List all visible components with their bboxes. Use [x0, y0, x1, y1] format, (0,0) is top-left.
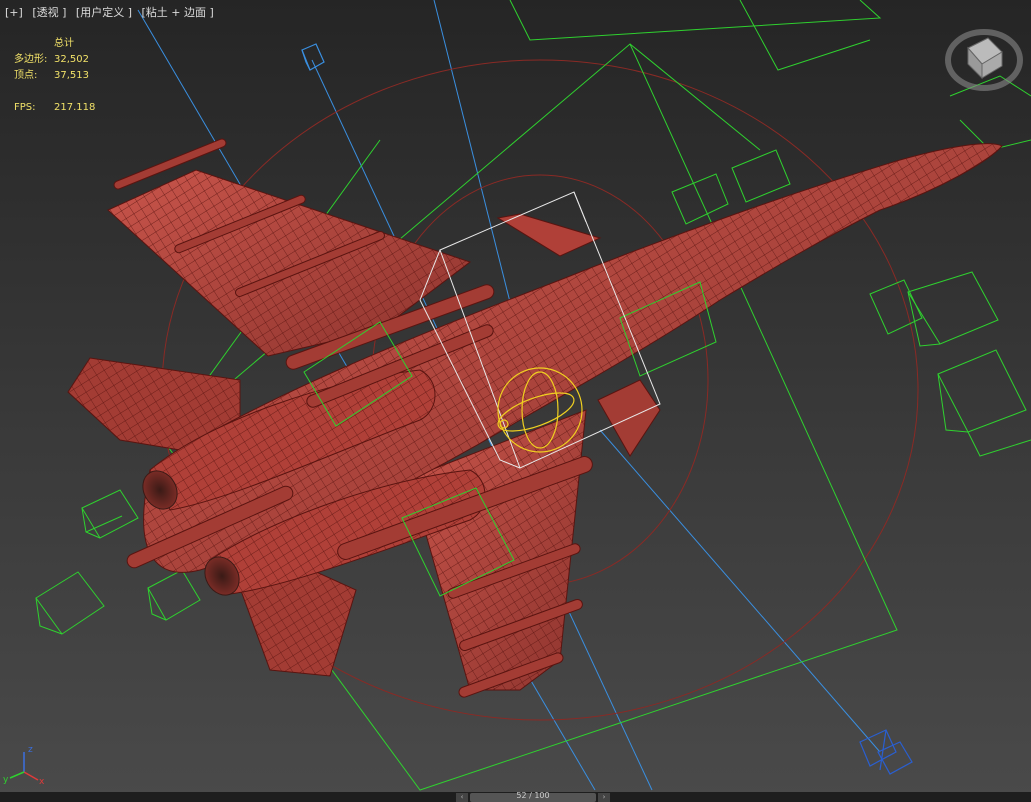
viewport-shading-group-menu[interactable]: [用户定义 ]: [76, 6, 132, 19]
time-slider-prev-button[interactable]: ‹: [456, 793, 468, 802]
stats-fps-value: 217.118: [54, 102, 96, 113]
viewport-statistics: 总计 多边形: 32,502 顶点: 37,513 FPS: 217.118: [14, 36, 114, 116]
stats-fps-label: FPS:: [14, 102, 36, 113]
viewcube-icon[interactable]: [944, 20, 1028, 92]
stats-polygons-row: 多边形: 32,502: [14, 52, 114, 68]
stats-vertices-label: 顶点:: [14, 70, 38, 81]
viewport-plus-menu[interactable]: [+]: [5, 6, 23, 19]
stats-vertices-row: 顶点: 37,513: [14, 68, 114, 84]
time-slider-frame-label: 52 / 100: [516, 791, 550, 800]
stats-polygons-value: 32,502: [54, 54, 89, 65]
axis-y-label: y: [3, 775, 9, 785]
stats-header: 总计: [54, 38, 74, 49]
perspective-viewport[interactable]: [+] [透视 ] [用户定义 ] [粘土 + 边面 ] 总计 多边形: 32,…: [0, 0, 1031, 802]
viewport-label-menu[interactable]: [+] [透视 ] [用户定义 ] [粘土 + 边面 ]: [5, 4, 214, 20]
axis-x-label: x: [39, 777, 45, 787]
stats-fps-row: FPS: 217.118: [14, 100, 114, 116]
axis-z-label: z: [28, 745, 33, 755]
axis-tripod-icon: z x y: [2, 742, 52, 790]
stats-vertices-value: 37,513: [54, 70, 89, 81]
viewport-view-menu[interactable]: [透视 ]: [32, 6, 66, 19]
scene-canvas[interactable]: [0, 0, 1031, 802]
light-icon[interactable]: [859, 729, 913, 775]
jet-aircraft-model[interactable]: [67, 138, 1003, 699]
stats-polygons-label: 多边形:: [14, 54, 48, 65]
viewport-display-menu[interactable]: [粘土 + 边面 ]: [142, 6, 214, 19]
time-slider[interactable]: ‹ 52 / 100 ›: [0, 791, 1031, 802]
camera-icon[interactable]: [301, 43, 325, 71]
time-slider-next-button[interactable]: ›: [598, 793, 610, 802]
